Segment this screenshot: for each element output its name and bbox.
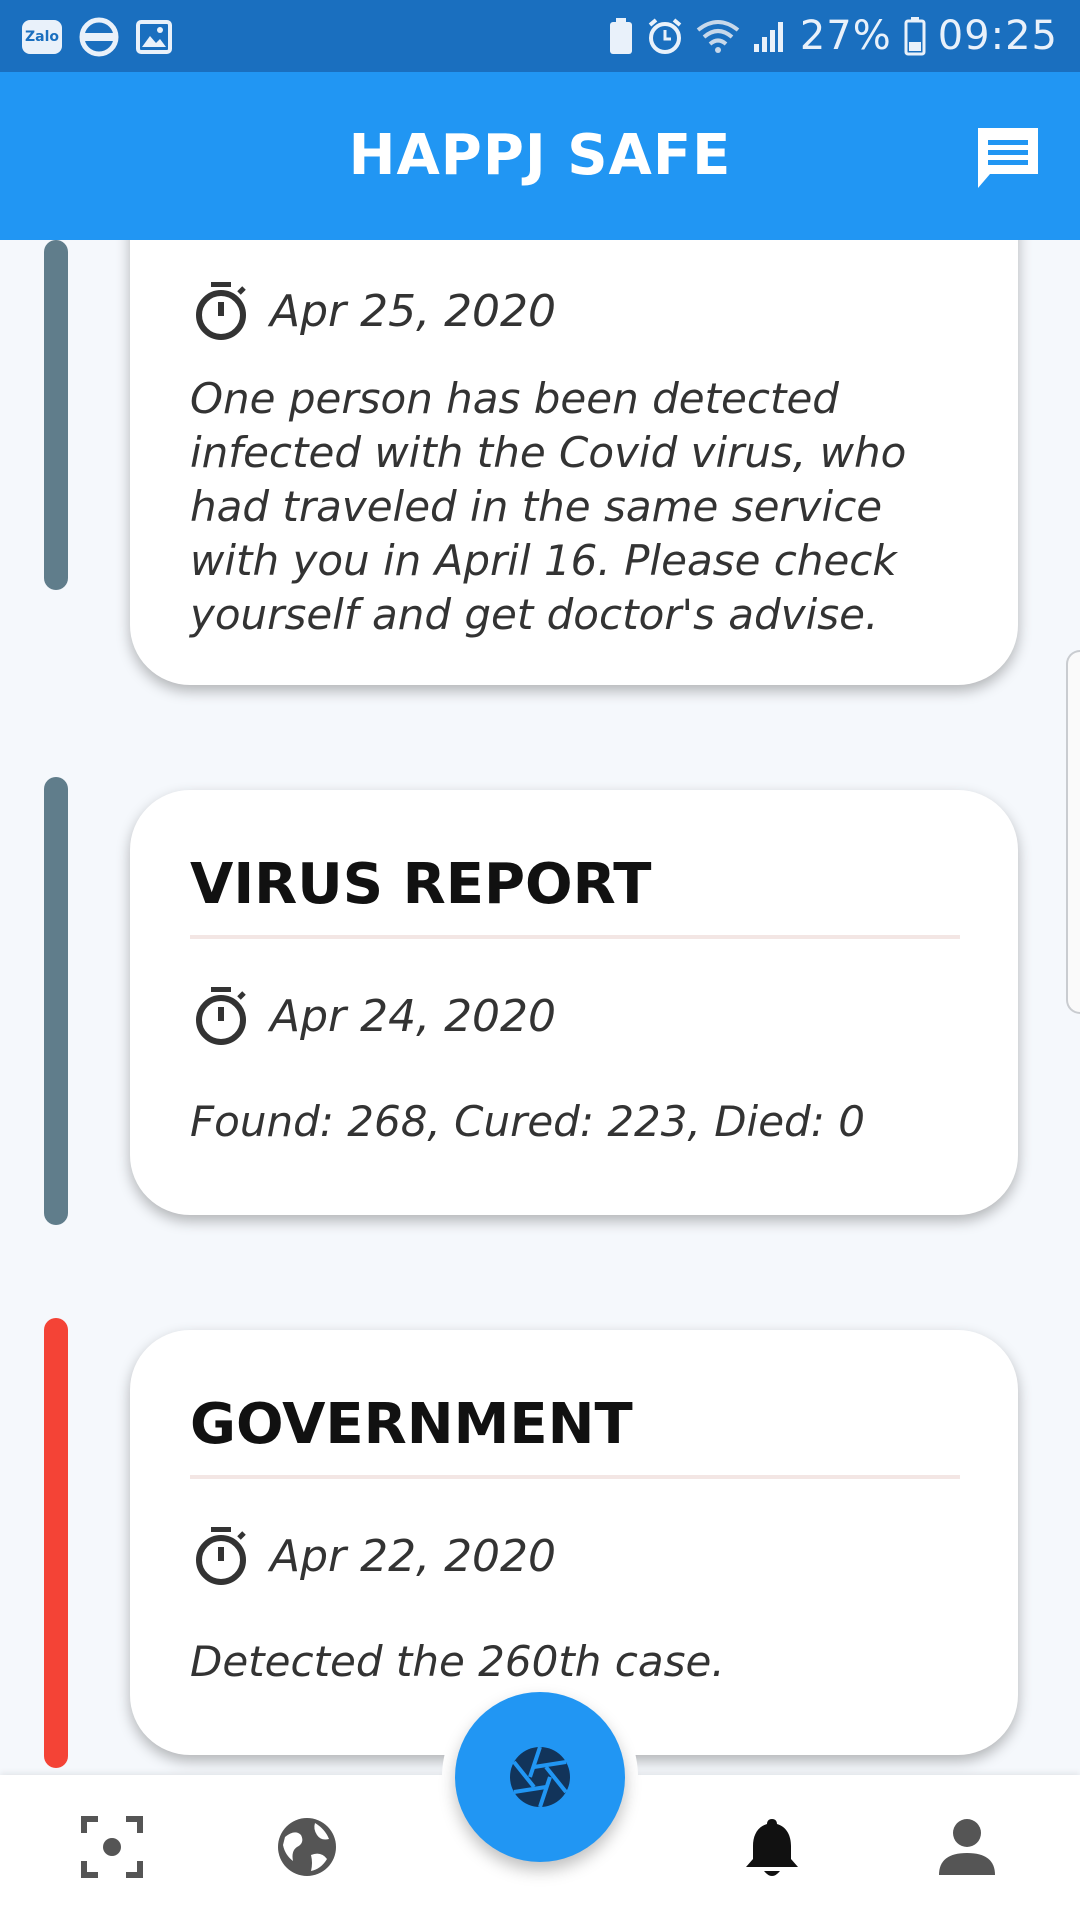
camera-shutter-icon xyxy=(510,1746,570,1808)
scan-icon[interactable] xyxy=(80,1815,144,1879)
battery-percent: 27% xyxy=(799,13,892,59)
title-divider xyxy=(190,1475,960,1479)
title-divider xyxy=(190,935,960,939)
zalo-icon: Zalo xyxy=(22,20,62,54)
circle-notification-icon xyxy=(79,17,119,57)
globe-icon[interactable] xyxy=(275,1815,339,1879)
notification-body: Found: 268, Cured: 223, Died: 0 xyxy=(190,1097,865,1146)
notification-card[interactable]: Apr 25, 2020 One person has been detecte… xyxy=(130,240,1018,685)
date-row: Apr 24, 2020 xyxy=(192,985,556,1047)
notification-date: Apr 25, 2020 xyxy=(270,285,557,337)
notification-list[interactable]: Apr 25, 2020 One person has been detecte… xyxy=(0,240,1080,1775)
stopwatch-icon xyxy=(196,282,246,340)
chat-icon[interactable] xyxy=(974,124,1042,192)
notification-indicator xyxy=(44,240,68,590)
notification-body: Detected the 260th case. xyxy=(190,1637,725,1686)
person-icon[interactable] xyxy=(935,1815,999,1879)
date-row: Apr 22, 2020 xyxy=(192,1525,556,1587)
notification-date: Apr 24, 2020 xyxy=(270,990,557,1042)
wifi-icon xyxy=(696,20,740,53)
notification-date: Apr 22, 2020 xyxy=(270,1530,557,1582)
signal-icon xyxy=(753,22,783,52)
notification-indicator xyxy=(44,1318,68,1768)
status-bar: Zalo 27% 09:25 xyxy=(0,0,1080,72)
recycle-sim-icon xyxy=(609,18,632,54)
app-bar: HAPPJ SAFE xyxy=(0,72,1080,240)
app-title: HAPPJ SAFE xyxy=(348,123,732,188)
date-row: Apr 25, 2020 xyxy=(192,280,556,342)
battery-icon xyxy=(904,17,926,56)
notification-body: One person has been detected infected wi… xyxy=(190,374,907,639)
stopwatch-icon xyxy=(196,987,246,1045)
clock: 09:25 xyxy=(937,13,1058,59)
alarm-icon xyxy=(648,18,682,54)
notification-title: VIRUS REPORT xyxy=(190,852,652,917)
edge-panel-handle[interactable] xyxy=(1066,650,1080,1014)
notification-indicator xyxy=(44,777,68,1225)
stopwatch-icon xyxy=(196,1527,246,1585)
camera-shutter-button[interactable] xyxy=(455,1692,625,1862)
notification-title: GOVERNMENT xyxy=(190,1392,633,1457)
notification-card[interactable]: VIRUS REPORT Apr 24, 2020 Found: 268, Cu… xyxy=(130,790,1018,1215)
bell-icon[interactable] xyxy=(740,1815,804,1879)
image-icon xyxy=(136,20,172,54)
